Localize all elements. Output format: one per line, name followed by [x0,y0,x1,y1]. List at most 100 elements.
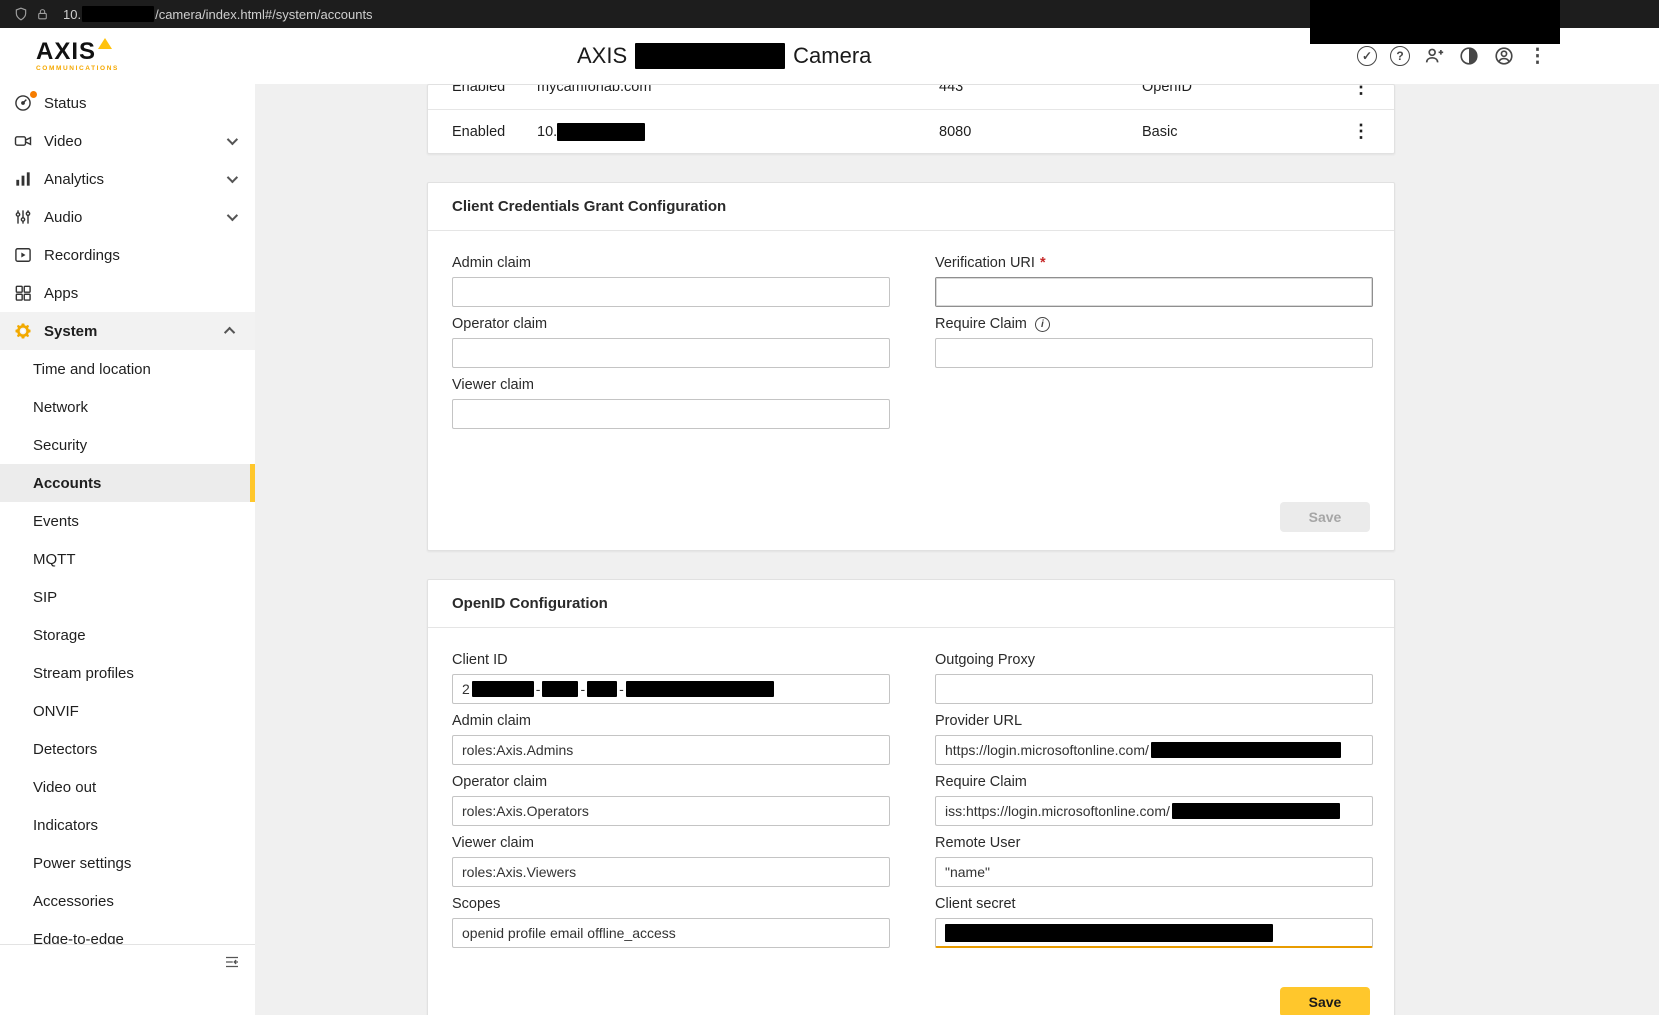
sidebar-item-label: Power settings [33,855,131,872]
sidebar-item-video[interactable]: Video [0,122,255,160]
shield-icon [14,7,28,21]
client-credentials-card: Client Credentials Grant Configuration A… [427,182,1395,551]
sidebar-item-recordings[interactable]: Recordings [0,236,255,274]
provider-url-input[interactable]: https://login.microsoftonline.com/ [935,735,1373,765]
add-user-icon[interactable] [1423,45,1445,67]
gear-icon [12,320,34,342]
row-menu-icon[interactable]: ⋮ [1340,121,1370,142]
operator-claim-input[interactable] [452,796,890,826]
info-icon[interactable]: i [1035,317,1050,332]
redacted-text [557,123,645,141]
outgoing-proxy-input[interactable] [935,674,1373,704]
main-content: Enabled mycamforlab.com 443 OpenID ⋮ Ena… [255,84,1659,1015]
cell-host: mycamforlab.com [537,85,939,95]
status-icon [12,92,34,114]
page-title: AXIS Camera [577,28,871,84]
sidebar-item-storage[interactable]: Storage [0,616,255,654]
sidebar-item-power-settings[interactable]: Power settings [0,844,255,882]
admin-claim-label: Admin claim [452,255,890,271]
audio-icon [12,206,34,228]
sidebar-item-time-and-location[interactable]: Time and location [0,350,255,388]
verification-uri-label: Verification URI* [935,255,1373,271]
table-row-clipped: Enabled mycamforlab.com 443 OpenID ⋮ [428,85,1394,109]
contrast-icon[interactable] [1458,45,1480,67]
redacted-text [587,681,617,697]
sidebar-item-indicators[interactable]: Indicators [0,806,255,844]
require-claim-input[interactable]: iss:https://login.microsoftonline.com/ [935,796,1373,826]
viewer-claim-label: Viewer claim [452,377,890,393]
sidebar-item-edge-to-edge[interactable]: Edge-to-edge [0,920,255,944]
lock-icon [36,8,49,21]
sidebar-item-network[interactable]: Network [0,388,255,426]
axis-logo: AXIS COMMUNICATIONS [36,40,119,73]
sidebar-item-events[interactable]: Events [0,502,255,540]
redacted-text [626,681,774,697]
remote-user-input[interactable] [935,857,1373,887]
require-claim-input[interactable] [935,338,1373,368]
client-id-input[interactable]: 2--- [452,674,890,704]
sidebar-item-label: Network [33,399,88,416]
video-icon [12,130,34,152]
sidebar-item-label: Recordings [44,247,120,264]
sidebar-item-label: Detectors [33,741,97,758]
sidebar-item-label: MQTT [33,551,76,568]
sidebar-item-label: Storage [33,627,86,644]
openid-configuration-card: OpenID Configuration Client ID 2--- Admi… [427,579,1395,1015]
sidebar-item-label: Time and location [33,361,151,378]
sidebar-item-label: Stream profiles [33,665,134,682]
sidebar-item-analytics[interactable]: Analytics [0,160,255,198]
overflow-menu-icon[interactable]: ⋮ [1528,47,1547,66]
sidebar-item-accounts[interactable]: Accounts [0,464,255,502]
sidebar-item-label: Analytics [44,171,104,188]
save-button[interactable]: Save [1280,987,1370,1015]
cell-auth: OpenID [1142,85,1340,95]
help-icon[interactable]: ? [1390,46,1410,66]
required-marker: * [1040,255,1046,271]
require-claim-label: Require Claim [935,774,1373,790]
sidebar-item-label: Audio [44,209,82,226]
outgoing-proxy-label: Outgoing Proxy [935,652,1373,668]
sidebar-list: Status Video Analytics Audio [0,84,255,944]
sidebar-item-security[interactable]: Security [0,426,255,464]
card-title: Client Credentials Grant Configuration [428,183,1394,231]
operator-claim-input[interactable] [452,338,890,368]
sidebar-item-mqtt[interactable]: MQTT [0,540,255,578]
remote-user-label: Remote User [935,835,1373,851]
verification-uri-input[interactable] [935,277,1373,307]
sidebar-item-system[interactable]: System [0,312,255,350]
check-circle-icon[interactable]: ✓ [1357,46,1377,66]
sidebar-item-accessories[interactable]: Accessories [0,882,255,920]
redacted-text [1172,803,1340,819]
redacted-text [945,924,1273,942]
redacted-text [82,6,154,22]
viewer-claim-input[interactable] [452,399,890,429]
row-menu-icon[interactable]: ⋮ [1340,85,1370,98]
admin-claim-label: Admin claim [452,713,890,729]
sidebar-item-stream-profiles[interactable]: Stream profiles [0,654,255,692]
collapse-sidebar-icon[interactable] [223,953,241,971]
url-text: 10./camera/index.html#/system/accounts [63,6,373,22]
sidebar-item-label: Accessories [33,893,114,910]
sidebar-item-status[interactable]: Status [0,84,255,122]
sidebar-item-onvif[interactable]: ONVIF [0,692,255,730]
save-button[interactable]: Save [1280,502,1370,532]
sidebar-item-label: Apps [44,285,78,302]
scopes-input[interactable] [452,918,890,948]
admin-claim-input[interactable] [452,277,890,307]
account-icon[interactable] [1493,45,1515,67]
scopes-label: Scopes [452,896,890,912]
redacted-region [1310,0,1560,44]
sidebar-item-apps[interactable]: Apps [0,274,255,312]
sidebar-item-sip[interactable]: SIP [0,578,255,616]
sidebar-item-video-out[interactable]: Video out [0,768,255,806]
sidebar-item-label: Security [33,437,87,454]
admin-claim-input[interactable] [452,735,890,765]
title-prefix: AXIS [577,43,627,69]
redacted-text [472,681,534,697]
cell-host: 10. [537,123,939,141]
viewer-claim-input[interactable] [452,857,890,887]
client-secret-input[interactable] [935,918,1373,948]
sidebar-item-audio[interactable]: Audio [0,198,255,236]
cell-port: 8080 [939,124,1142,140]
sidebar-item-detectors[interactable]: Detectors [0,730,255,768]
